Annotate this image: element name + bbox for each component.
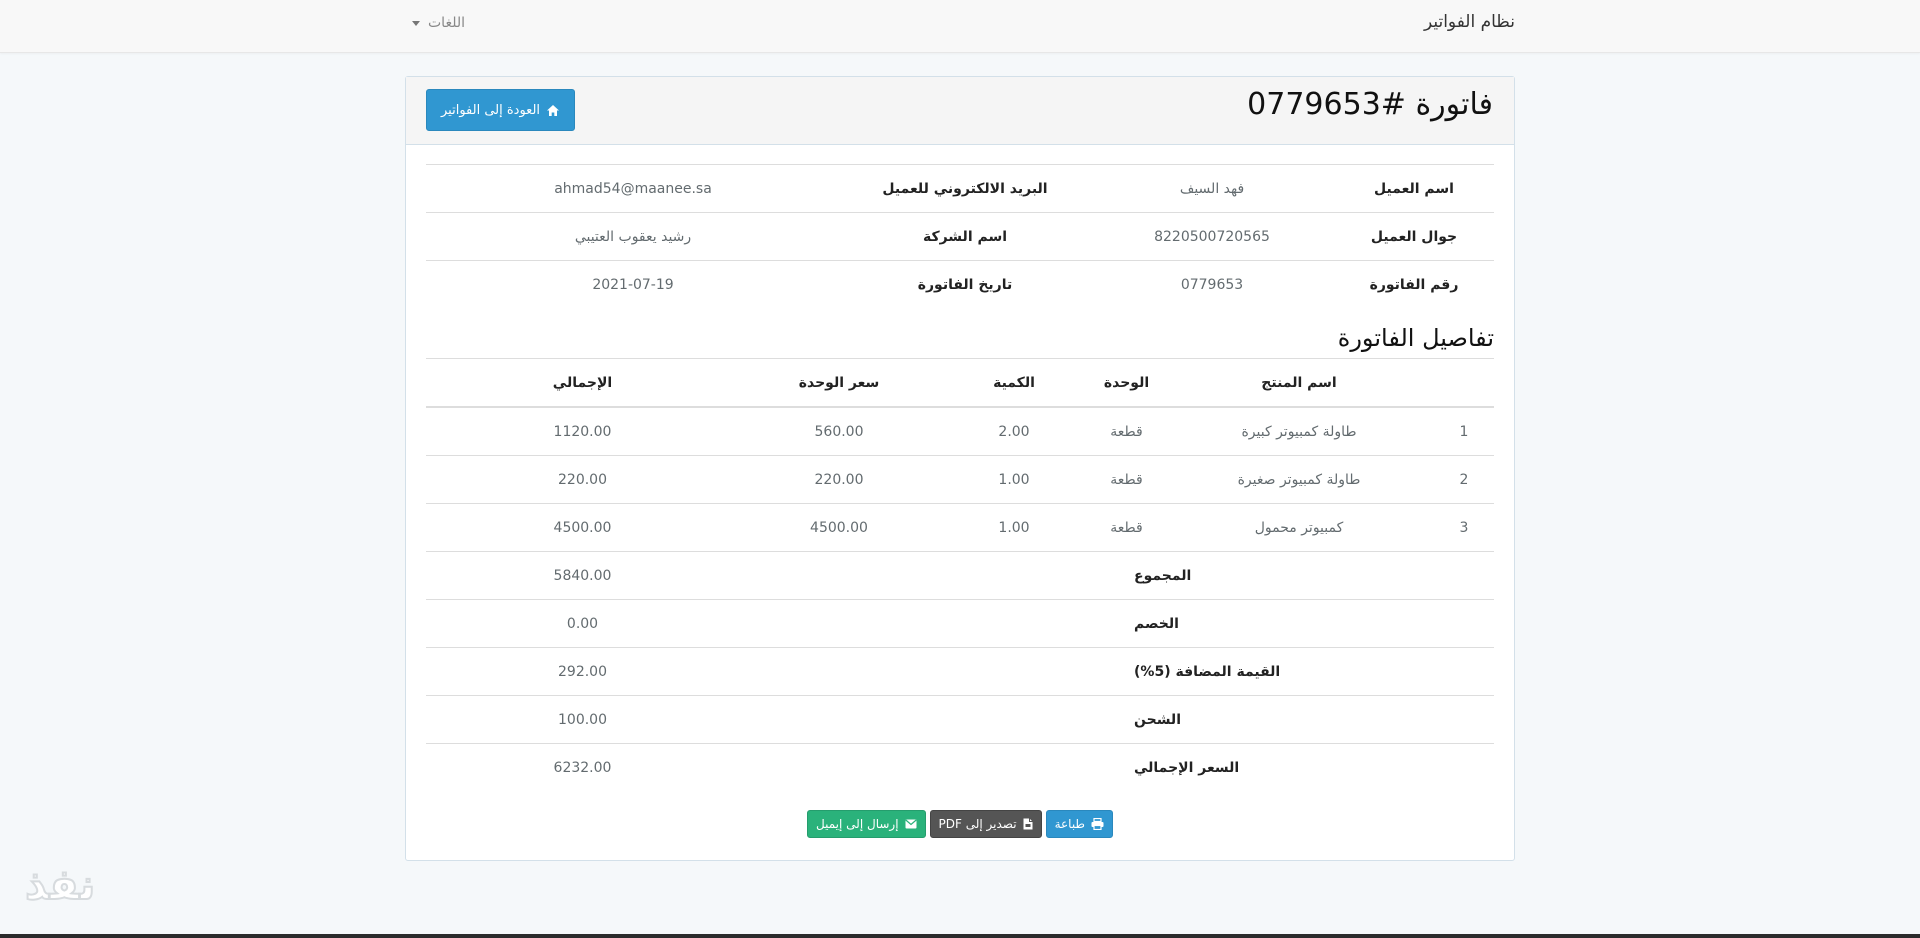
item-total: 4500.00 [426,503,739,552]
caret-down-icon [412,20,420,26]
send-email-button[interactable]: إرسال إلى إيميل [807,810,926,838]
info-label: تاريخ الفاتورة [840,260,1090,308]
pdf-file-icon [1023,818,1033,830]
info-value: 0779653 [1090,260,1334,308]
info-value: 8220500720565 [1090,212,1334,261]
table-header-row: اسم المنتج الوحدة الكمية سعر الوحدة الإج… [426,358,1494,408]
invoice-details-title: تفاصيل الفاتورة [1337,324,1494,352]
back-button-label: العودة إلى الفواتير [441,102,541,118]
print-button-label: طباعة [1054,817,1085,831]
item-unit-price: 560.00 [739,406,939,456]
info-row: رقم الفاتورة 0779653 تاريخ الفاتورة 2021… [426,260,1494,308]
print-button[interactable]: طباعة [1045,810,1113,838]
item-unit: قطعة [1089,406,1164,456]
item-unit: قطعة [1089,455,1164,504]
info-label: البريد الالكتروني للعميل [840,164,1090,213]
summary-value: 292.00 [426,647,739,696]
summary-row: المجموع 5840.00 [426,551,1494,600]
summary-row: السعر الإجمالي 6232.00 [426,743,1494,791]
summary-value: 5840.00 [426,551,739,600]
summary-value: 0.00 [426,599,739,648]
watermark-logo: نفذ [24,859,96,910]
item-unit: قطعة [1089,503,1164,552]
column-header-total: الإجمالي [426,358,739,408]
item-number: 3 [1434,503,1494,552]
table-row: 1 طاولة كمبيوتر كبيرة قطعة 2.00 560.00 1… [426,406,1494,456]
info-label: اسم الشركة [840,212,1090,261]
summary-value: 100.00 [426,695,739,744]
info-label: جوال العميل [1334,212,1494,261]
item-product: كمبيوتر محمول [1164,503,1434,552]
export-pdf-label: تصدير إلى PDF [938,817,1017,831]
home-icon [546,104,560,117]
summary-label: الشحن [739,695,1494,744]
info-value: ahmad54@maanee.sa [426,164,840,213]
export-pdf-button[interactable]: تصدير إلى PDF [929,810,1042,838]
summary-label: المجموع [739,551,1494,600]
invoice-panel: فاتورة #0779653 العودة إلى الفواتير اسم … [405,76,1515,861]
table-row: 2 طاولة كمبيوتر صغيرة قطعة 1.00 220.00 2… [426,455,1494,504]
table-row: 3 كمبيوتر محمول قطعة 1.00 4500.00 4500.0… [426,503,1494,552]
info-row: جوال العميل 8220500720565 اسم الشركة رشي… [426,212,1494,261]
summary-row: الشحن 100.00 [426,695,1494,744]
languages-dropdown[interactable]: اللغات [412,15,465,31]
top-navbar: نظام الفواتير اللغات [0,0,1920,53]
info-label: اسم العميل [1334,164,1494,213]
summary-value: 6232.00 [426,743,739,791]
item-total: 1120.00 [426,406,739,456]
item-quantity: 1.00 [939,503,1089,552]
item-product: طاولة كمبيوتر صغيرة [1164,455,1434,504]
invoice-actions: طباعة تصدير إلى PDF إرسال إلى إيميل [406,810,1514,838]
item-unit-price: 4500.00 [739,503,939,552]
info-value: 2021-07-19 [426,260,840,308]
column-header-quantity: الكمية [939,358,1089,408]
summary-label: الخصم [739,599,1494,648]
item-number: 2 [1434,455,1494,504]
invoice-info-table: اسم العميل فهد السيف البريد الالكتروني ل… [426,164,1494,308]
summary-label: القيمة المضافة (5%) [739,647,1494,696]
send-email-label: إرسال إلى إيميل [816,817,899,831]
invoice-items-table: اسم المنتج الوحدة الكمية سعر الوحدة الإج… [426,358,1494,791]
column-header-unit-price: سعر الوحدة [739,358,939,408]
info-label: رقم الفاتورة [1334,260,1494,308]
item-unit-price: 220.00 [739,455,939,504]
bottom-strip [0,934,1920,938]
envelope-icon [904,819,917,829]
column-header-unit: الوحدة [1089,358,1164,408]
summary-row: الخصم 0.00 [426,599,1494,648]
info-value: فهد السيف [1090,164,1334,213]
info-row: اسم العميل فهد السيف البريد الالكتروني ل… [426,164,1494,213]
column-header-product: اسم المنتج [1164,358,1434,408]
info-value: رشيد يعقوب العتيبي [426,212,840,261]
invoice-title: فاتورة #0779653 [1247,87,1493,122]
app-brand[interactable]: نظام الفواتير [1424,12,1515,32]
column-header-number [1434,358,1494,408]
item-quantity: 1.00 [939,455,1089,504]
summary-row: القيمة المضافة (5%) 292.00 [426,647,1494,696]
item-total: 220.00 [426,455,739,504]
print-icon [1091,818,1104,830]
summary-label: السعر الإجمالي [739,743,1494,791]
invoice-content: اسم العميل فهد السيف البريد الالكتروني ل… [426,164,1494,791]
back-to-invoices-button[interactable]: العودة إلى الفواتير [426,89,576,131]
item-number: 1 [1434,406,1494,456]
languages-label: اللغات [428,15,465,31]
panel-heading: فاتورة #0779653 العودة إلى الفواتير [406,77,1514,145]
item-quantity: 2.00 [939,406,1089,456]
item-product: طاولة كمبيوتر كبيرة [1164,406,1434,456]
